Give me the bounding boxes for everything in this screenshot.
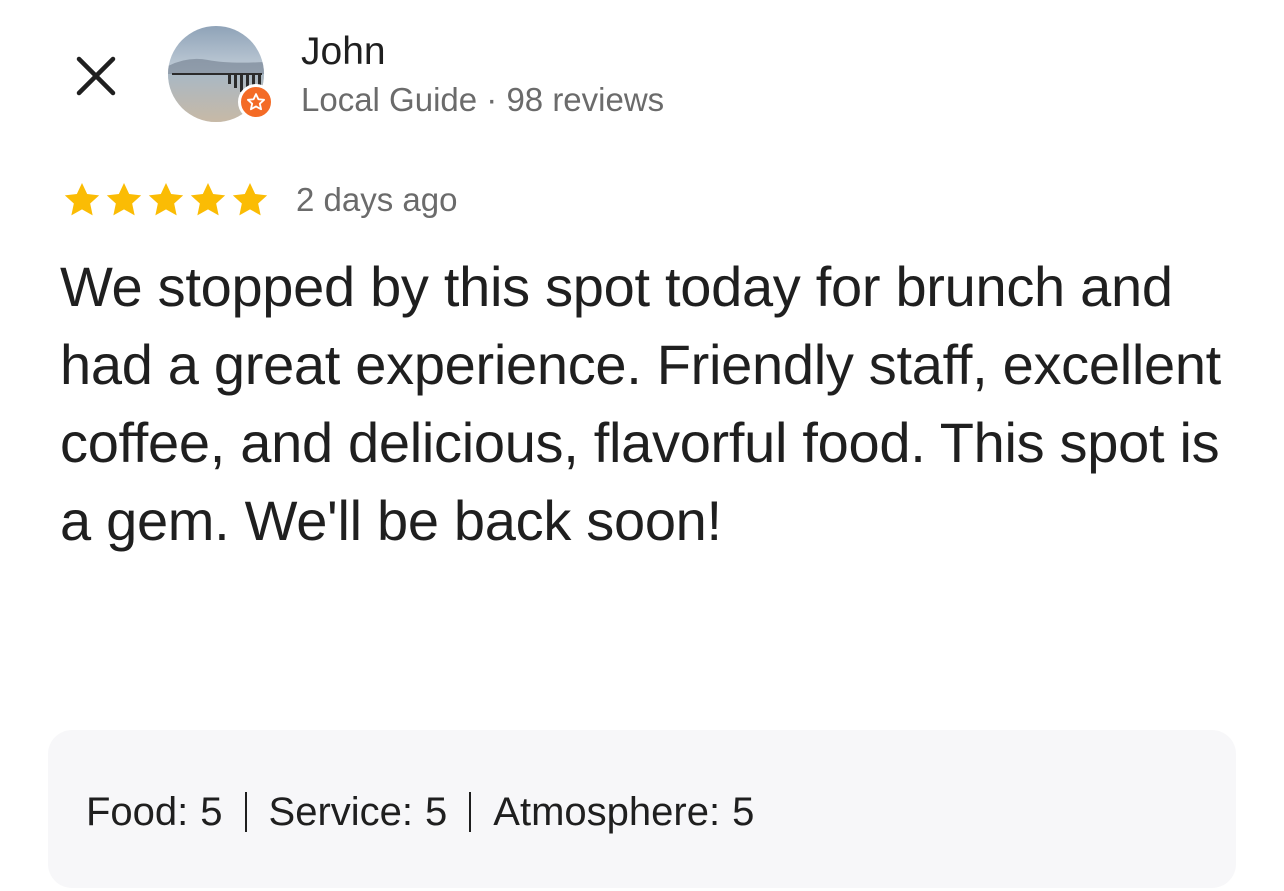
sub-ratings-line: Food: 5 Service: 5 Atmosphere: 5: [86, 788, 754, 836]
food-rating-label: Food:: [86, 790, 189, 834]
avatar-container: [168, 26, 278, 126]
reviewer-meta: Local Guide · 98 reviews: [301, 81, 665, 118]
food-rating-value: 5: [200, 790, 223, 834]
rating-row: 2 days ago: [62, 178, 457, 222]
close-button[interactable]: [64, 44, 128, 108]
atmosphere-rating-value: 5: [732, 790, 755, 834]
close-icon: [76, 56, 116, 96]
reviewer-name[interactable]: John: [301, 30, 664, 74]
local-guide-badge: [238, 84, 274, 120]
reviewer-info: John Local Guide · 98 reviews: [301, 30, 664, 120]
atmosphere-rating-label: Atmosphere:: [493, 790, 721, 834]
review-detail-page: John Local Guide · 98 reviews 2 days ago…: [0, 0, 1284, 891]
food-rating: Food: 5: [86, 788, 223, 836]
service-rating: Service: 5: [269, 788, 448, 836]
atmosphere-rating: Atmosphere: 5: [493, 788, 754, 836]
service-rating-value: 5: [425, 790, 448, 834]
star-icon: [232, 183, 268, 216]
sub-ratings-card: Food: 5 Service: 5 Atmosphere: 5: [48, 730, 1236, 888]
star-icon: [148, 183, 184, 216]
star-icon: [64, 183, 100, 216]
star-icon: [190, 183, 226, 216]
review-time: 2 days ago: [296, 181, 458, 218]
review-text: We stopped by this spot today for brunch…: [60, 255, 1221, 552]
divider: [469, 792, 472, 832]
local-guide-star-icon: [247, 93, 265, 111]
divider: [244, 792, 247, 832]
service-rating-label: Service:: [268, 790, 414, 834]
star-rating: [62, 180, 270, 220]
star-icon: [106, 183, 142, 216]
